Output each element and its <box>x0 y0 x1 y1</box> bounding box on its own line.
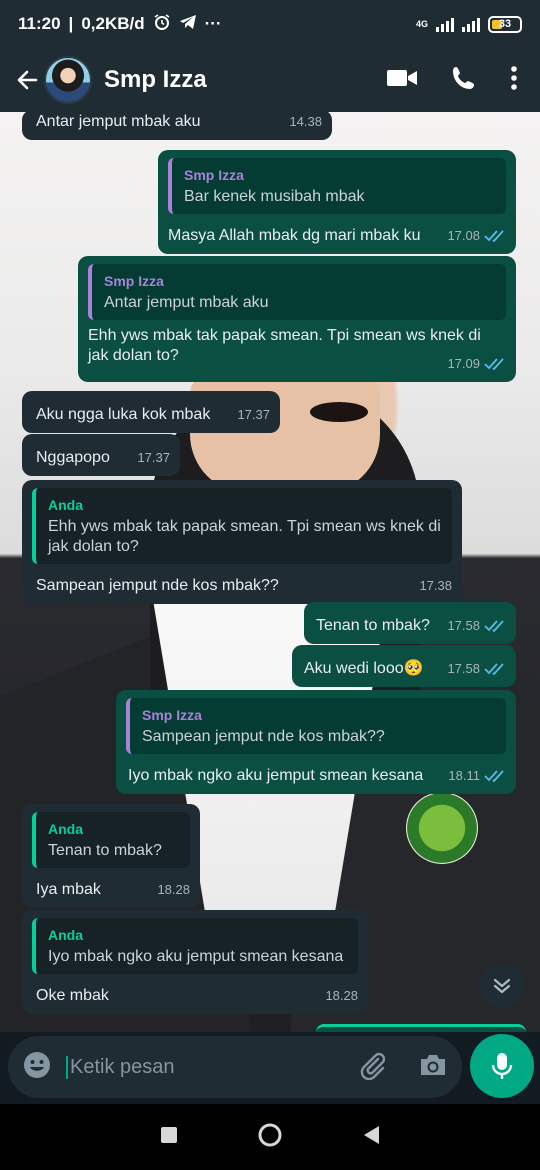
message-bubble[interactable]: Anda Tenan to mbak? Iya mbak 18.28 <box>22 804 200 908</box>
emoji-icon[interactable] <box>22 1050 52 1085</box>
read-check-icon <box>484 770 504 782</box>
message-bubble[interactable]: Smp Izza Sampean jemput nde kos mbak?? I… <box>116 690 516 794</box>
signal-icon <box>436 16 454 32</box>
attachment-icon[interactable] <box>358 1050 388 1085</box>
contact-name[interactable]: Smp Izza <box>104 66 207 94</box>
message-bubble[interactable]: Anda Iyo mbak ngko aku jemput smean kesa… <box>22 910 368 1014</box>
quoted-message[interactable]: Anda Ehh yws mbak tak papak smean. Tpi s… <box>32 488 452 564</box>
message-bubble[interactable]: Antar jemput mbak aku 14.38 <box>22 112 332 140</box>
camera-icon[interactable] <box>418 1051 448 1084</box>
status-time: 11:20 <box>18 14 61 33</box>
mic-icon <box>491 1053 513 1079</box>
quoted-message[interactable]: Anda Tenan to mbak? <box>32 812 190 868</box>
quoted-message[interactable]: Smp Izza Bar kenek musibah mbak <box>168 158 506 214</box>
message-bubble[interactable]: Aku ngga luka kok mbak 17.37 <box>22 391 280 433</box>
system-nav-bar <box>0 1104 540 1170</box>
menu-more-icon[interactable] <box>510 65 518 96</box>
scroll-to-bottom-button[interactable] <box>480 964 524 1008</box>
message-bubble[interactable]: Tenan to mbak? 17.58 <box>304 602 516 644</box>
double-chevron-down-icon <box>493 978 511 994</box>
message-input[interactable]: Ketik pesan <box>66 1055 358 1079</box>
phone-call-icon[interactable] <box>450 64 478 97</box>
read-check-icon <box>484 230 504 242</box>
battery-icon: 33 <box>488 15 522 33</box>
status-speed: 0,2KB/d <box>81 14 145 33</box>
read-check-icon <box>484 358 504 370</box>
read-check-icon <box>484 663 504 675</box>
message-bubble[interactable]: Aku wedi looo🥺 17.58 <box>292 645 516 687</box>
message-bubble[interactable]: Nggapopo 17.37 <box>22 434 180 476</box>
signal-icon-2 <box>462 16 480 32</box>
chat-header: Smp Izza <box>0 48 540 112</box>
more-notifications-icon: ··· <box>204 14 222 33</box>
university-logo <box>406 792 478 864</box>
back-nav-icon[interactable] <box>362 1125 380 1150</box>
voice-record-button[interactable] <box>470 1034 534 1098</box>
alarm-icon <box>153 13 171 36</box>
quoted-message[interactable]: Smp Izza Sampean jemput nde kos mbak?? <box>126 698 506 754</box>
emoji-pleading: 🥺 <box>403 660 424 677</box>
telegram-icon <box>179 13 197 36</box>
quoted-message[interactable]: Smp Izza Antar jemput mbak aku <box>88 264 506 320</box>
message-bubble[interactable]: Smp Izza Antar jemput mbak aku Ehh yws m… <box>78 256 516 382</box>
network-type: 4G <box>415 19 428 29</box>
message-bubble[interactable]: Anda Ehh yws mbak tak papak smean. Tpi s… <box>22 480 462 604</box>
message-bubble[interactable]: Smp Izza Bar kenek musibah mbak Masya Al… <box>158 150 516 254</box>
chat-area[interactable]: Antar jemput mbak aku 14.38 Smp Izza Bar… <box>0 112 540 1032</box>
message-input-bar: Ketik pesan <box>8 1036 462 1098</box>
video-call-icon[interactable] <box>386 67 418 94</box>
quoted-message[interactable]: Anda Iyo mbak ngko aku jemput smean kesa… <box>32 918 358 974</box>
status-bar: 11:20 | 0,2KB/d ··· 4G 33 <box>0 0 540 48</box>
read-check-icon <box>484 620 504 632</box>
message-bubble-partial <box>316 1024 526 1032</box>
recents-icon[interactable] <box>160 1126 178 1149</box>
home-icon[interactable] <box>257 1122 283 1153</box>
back-arrow-icon[interactable] <box>12 65 42 95</box>
avatar[interactable] <box>44 56 92 104</box>
